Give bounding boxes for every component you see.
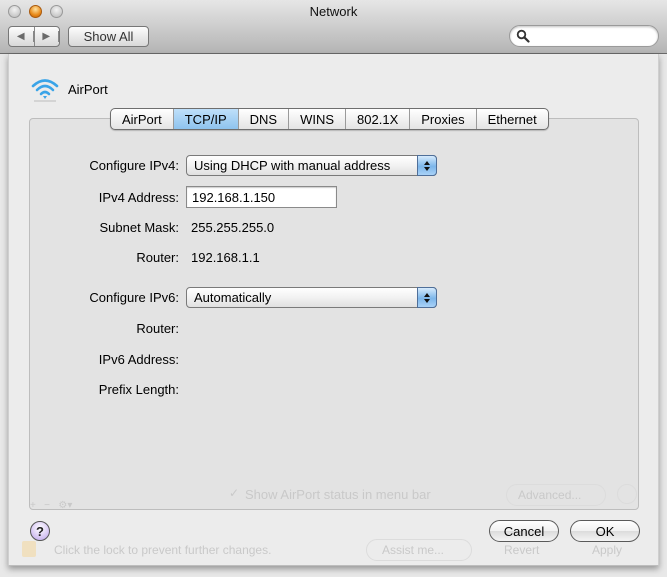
configure-ipv6-popup[interactable]: Automatically xyxy=(186,287,437,308)
popup-arrows-icon xyxy=(417,287,437,308)
search-icon xyxy=(516,29,530,43)
cancel-button[interactable]: Cancel xyxy=(489,520,559,542)
ok-button[interactable]: OK xyxy=(570,520,640,542)
search-field[interactable] xyxy=(509,25,659,47)
bg-help-icon xyxy=(617,484,637,504)
tab-proxies[interactable]: Proxies xyxy=(410,109,477,129)
configure-ipv6-label: Configure IPv6: xyxy=(89,290,179,305)
tab-8021x[interactable]: 802.1X xyxy=(346,109,411,129)
configure-ipv6-value: Automatically xyxy=(194,290,272,305)
lock-text: Click the lock to prevent further change… xyxy=(54,543,272,557)
show-status-label: Show AirPort status in menu bar xyxy=(245,487,431,502)
advanced-label: Advanced... xyxy=(518,488,582,502)
back-forward-control: ◀ ▶ xyxy=(8,26,60,47)
back-arrow-icon: ◀ xyxy=(9,31,34,42)
prefix-length-label: Prefix Length: xyxy=(98,382,179,397)
tab-airport[interactable]: AirPort xyxy=(111,109,174,129)
forward-button[interactable]: ▶ xyxy=(35,27,59,46)
ipv4-address-input[interactable]: 192.168.1.150 xyxy=(186,186,337,208)
help-icon: ? xyxy=(36,523,44,539)
tab-dns[interactable]: DNS xyxy=(239,109,290,129)
back-button[interactable]: ◀ xyxy=(9,27,35,46)
subnet-mask-label: Subnet Mask: xyxy=(99,220,180,235)
lock-icon xyxy=(22,541,36,557)
assist-me-label: Assist me... xyxy=(382,543,445,557)
ipv6-router-label: Router: xyxy=(136,321,179,336)
title-bar: Network ◀ ▶ Show All xyxy=(0,0,667,54)
tab-ethernet[interactable]: Ethernet xyxy=(477,109,548,129)
interface-name: AirPort xyxy=(68,81,108,97)
ipv4-address-value: 192.168.1.150 xyxy=(192,189,276,205)
tab-bar: AirPort TCP/IP DNS WINS 802.1X Proxies E… xyxy=(110,108,549,130)
help-button[interactable]: ? xyxy=(30,521,50,541)
airport-wifi-icon xyxy=(31,79,59,102)
ipv4-router-label: Router: xyxy=(136,250,179,265)
tab-panel xyxy=(29,118,639,510)
ipv6-address-label: IPv6 Address: xyxy=(98,352,179,367)
ipv4-address-label: IPv4 Address: xyxy=(98,190,179,205)
ipv4-router-value: 192.168.1.1 xyxy=(191,250,260,265)
configure-ipv4-label: Configure IPv4: xyxy=(89,158,179,173)
revert-label: Revert xyxy=(504,543,540,557)
popup-arrows-icon xyxy=(417,155,437,176)
tab-tcpip[interactable]: TCP/IP xyxy=(173,109,239,129)
network-window: Network ◀ ▶ Show All Location: Automatic… xyxy=(0,0,667,577)
tab-wins[interactable]: WINS xyxy=(289,109,347,129)
add-remove-controls: + − ⚙▾ xyxy=(30,500,73,511)
apply-label: Apply xyxy=(592,543,623,557)
configure-ipv4-value: Using DHCP with manual address xyxy=(194,158,391,173)
show-status-checkbox: ✓ xyxy=(229,486,240,500)
show-all-button[interactable]: Show All xyxy=(68,26,149,47)
configure-ipv4-popup[interactable]: Using DHCP with manual address xyxy=(186,155,437,176)
subnet-mask-value: 255.255.255.0 xyxy=(191,220,275,235)
forward-arrow-icon: ▶ xyxy=(35,31,59,42)
window-title: Network xyxy=(309,4,358,19)
interface-header: AirPort xyxy=(30,76,108,102)
